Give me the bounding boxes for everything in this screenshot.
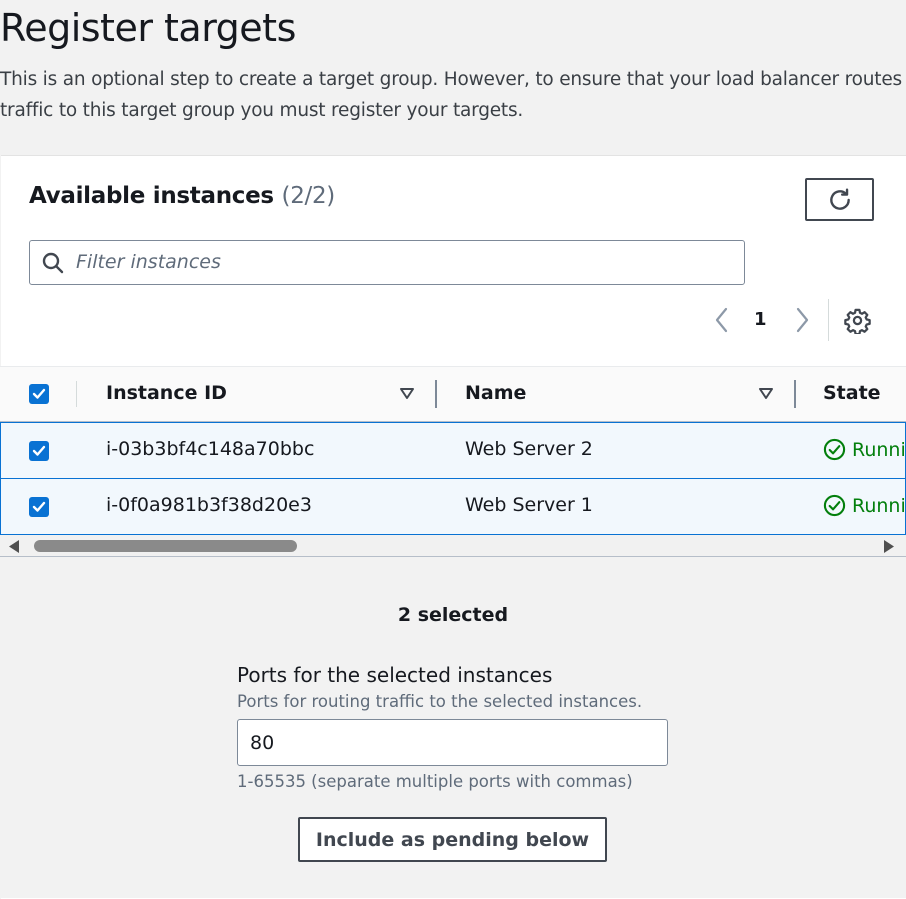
- panel-title-text: Available instances: [29, 183, 274, 209]
- previous-page-icon[interactable]: [708, 305, 736, 335]
- sort-caret-icon[interactable]: [399, 386, 415, 402]
- scroll-left-arrow-icon[interactable]: [8, 540, 20, 553]
- checkmark-icon: [32, 445, 46, 456]
- filter-field[interactable]: [29, 240, 745, 285]
- select-all-checkbox[interactable]: [29, 384, 49, 404]
- checkmark-icon: [32, 388, 46, 399]
- filter-instances-input[interactable]: [76, 241, 726, 283]
- checkmark-icon: [32, 501, 46, 512]
- instance-id-cell: i-03b3bf4c148a70bbc: [106, 438, 315, 460]
- search-icon: [42, 252, 64, 274]
- next-page-icon[interactable]: [788, 305, 816, 335]
- instance-name-cell: Web Server 1: [465, 494, 593, 516]
- current-page-number[interactable]: 1: [754, 309, 767, 330]
- sort-caret-icon[interactable]: [758, 386, 774, 402]
- status-success-icon: [823, 494, 846, 517]
- include-as-pending-button[interactable]: Include as pending below: [298, 817, 607, 862]
- column-resizer[interactable]: [435, 380, 437, 408]
- refresh-button[interactable]: [805, 178, 874, 221]
- column-header-state[interactable]: State: [823, 382, 881, 404]
- ports-label: Ports for the selected instances: [237, 663, 553, 687]
- instance-state-cell: Runni: [823, 494, 906, 517]
- instance-name-cell: Web Server 2: [465, 438, 593, 460]
- panel-title: Available instances (2/2): [29, 183, 335, 209]
- row-checkbox[interactable]: [29, 441, 49, 461]
- ports-description: Ports for routing traffic to the selecte…: [237, 692, 643, 711]
- ports-hint: 1-65535 (separate multiple ports with co…: [237, 772, 633, 791]
- column-header-name[interactable]: Name: [465, 382, 526, 404]
- refresh-icon: [829, 188, 850, 210]
- state-label: Runni: [852, 494, 906, 517]
- row-checkbox[interactable]: [29, 497, 49, 517]
- column-resizer[interactable]: [794, 380, 796, 408]
- status-success-icon: [823, 438, 846, 461]
- scroll-right-arrow-icon[interactable]: [883, 540, 895, 553]
- scrollbar-thumb[interactable]: [34, 540, 297, 552]
- ports-input[interactable]: [237, 719, 668, 766]
- selected-count: 2 selected: [397, 604, 509, 626]
- state-label: Runni: [852, 438, 906, 461]
- pagination-divider: [828, 299, 829, 341]
- instance-state-cell: Runni: [823, 438, 906, 461]
- page-description: This is an optional step to create a tar…: [0, 69, 902, 121]
- page-title: Register targets: [0, 6, 296, 50]
- settings-gear-icon[interactable]: [844, 307, 871, 334]
- column-divider: [76, 381, 77, 407]
- instance-id-cell: i-0f0a981b3f38d20e3: [106, 494, 312, 516]
- instance-count: (2/2): [281, 183, 336, 209]
- column-header-instance-id[interactable]: Instance ID: [106, 382, 227, 404]
